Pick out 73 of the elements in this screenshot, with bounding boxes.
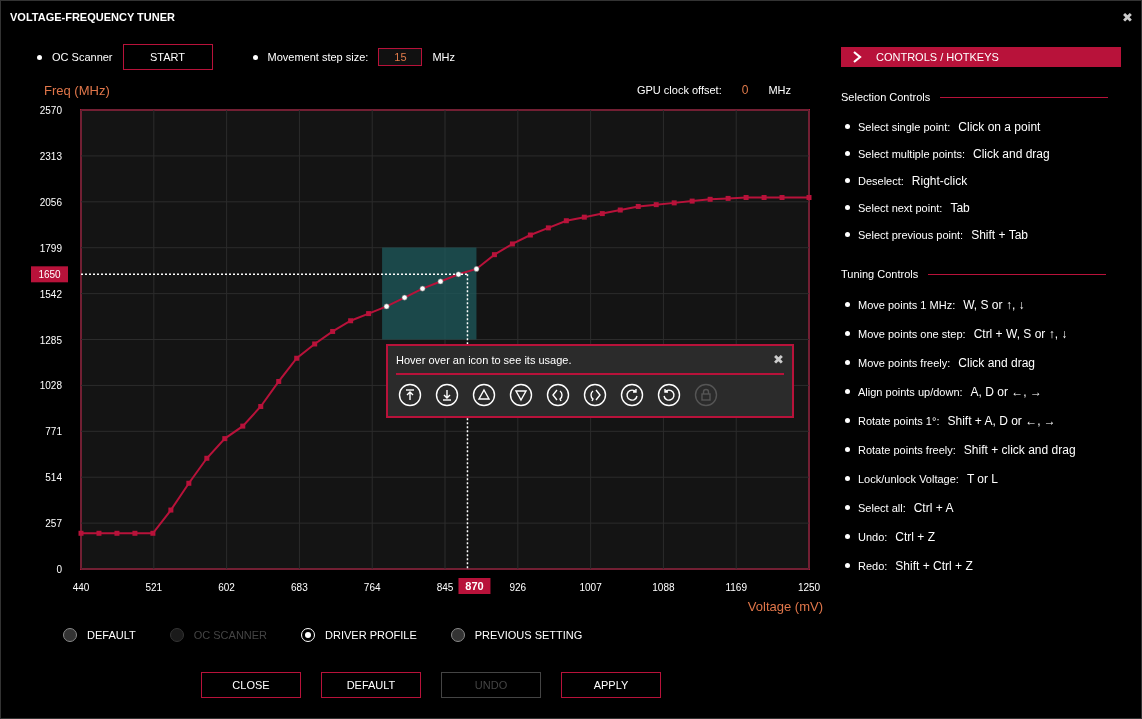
x-tick-label: 1250 bbox=[797, 582, 821, 593]
x-tick-label: 1169 bbox=[725, 582, 747, 593]
hotkey-keys: Right-click bbox=[911, 173, 968, 188]
hotkey-action: Select all: bbox=[858, 501, 906, 514]
y-tick-label: 2056 bbox=[39, 196, 62, 208]
ref-line-label: 1650 bbox=[38, 269, 62, 281]
hotkey-keys: Tab bbox=[950, 200, 970, 215]
hotkey-keys: Ctrl + Z bbox=[895, 529, 936, 544]
x-tick-label: 1007 bbox=[579, 582, 602, 593]
hotkey-keys: A, D or ←, → bbox=[970, 384, 1042, 399]
hotkey-action: Select next point: bbox=[858, 201, 943, 214]
hotkey-action: Rotate points freely: bbox=[858, 443, 956, 456]
x-tick-label: 845 bbox=[436, 582, 454, 593]
y-tick-label: 1542 bbox=[39, 288, 62, 300]
hotkey-keys: Shift + Tab bbox=[971, 227, 1028, 242]
hotkey-keys: Ctrl + W, S or ↑, ↓ bbox=[973, 326, 1068, 341]
hotkey-action: Move points 1 MHz: bbox=[858, 298, 956, 311]
hotkey-keys: Ctrl + A bbox=[913, 500, 954, 515]
y-tick-label: 2313 bbox=[39, 150, 62, 162]
hotkey-action: Undo: bbox=[858, 530, 888, 543]
popup-hint: Hover over an icon to see its usage. bbox=[396, 353, 572, 366]
section-title: Tuning Controls bbox=[841, 268, 919, 280]
x-tick-label: 764 bbox=[363, 582, 381, 593]
step-size-label: Movement step size: bbox=[267, 51, 369, 63]
x-tick-label: 683 bbox=[291, 582, 308, 593]
radio-label: OC SCANNER bbox=[193, 629, 268, 641]
hotkey-action: Deselect: bbox=[858, 174, 904, 187]
hotkey-keys: Click on a point bbox=[958, 119, 1041, 134]
x-tick-label: 440 bbox=[72, 582, 90, 593]
clock-offset-value: 0 bbox=[741, 83, 749, 97]
x-tick-label: 602 bbox=[218, 582, 235, 593]
y-value-marker: 1650 bbox=[31, 266, 68, 283]
hotkey-action: Redo: bbox=[858, 559, 888, 572]
x-tick-label: 521 bbox=[145, 582, 163, 593]
hotkeys-title: CONTROLS / HOTKEYS bbox=[876, 51, 999, 63]
hotkey-action: Move points freely: bbox=[858, 356, 951, 369]
x-value-marker: 870 bbox=[458, 578, 491, 594]
hotkey-keys: Shift + Ctrl + Z bbox=[895, 558, 973, 573]
hotkey-keys: T or L bbox=[966, 471, 999, 486]
x-tick-label: 1088 bbox=[652, 582, 675, 593]
step-unit: MHz bbox=[432, 51, 455, 63]
y-tick-label: 1285 bbox=[39, 334, 62, 346]
hotkey-keys: Click and drag bbox=[958, 355, 1036, 370]
y-tick-label: 2570 bbox=[39, 105, 62, 116]
hotkey-action: Align points up/down: bbox=[858, 385, 963, 398]
y-tick-label: 257 bbox=[45, 518, 62, 530]
hotkey-action: Select single point: bbox=[858, 120, 951, 133]
hotkey-action: Select multiple points: bbox=[858, 147, 965, 160]
hotkey-action: Select previous point: bbox=[858, 228, 964, 241]
clock-offset-label: GPU clock offset: bbox=[636, 84, 722, 96]
y-tick-label: 514 bbox=[45, 472, 62, 484]
ref-line-label: 870 bbox=[465, 580, 484, 592]
y-tick-label: 1028 bbox=[39, 380, 62, 392]
hotkey-action: Move points one step: bbox=[858, 327, 966, 340]
hotkey-keys: W, S or ↑, ↓ bbox=[963, 297, 1025, 312]
radio-label: PREVIOUS SETTING bbox=[474, 629, 583, 641]
y-tick-label: 0 bbox=[56, 564, 62, 575]
radio-label: DRIVER PROFILE bbox=[325, 629, 417, 641]
hotkey-keys: Click and drag bbox=[973, 146, 1050, 161]
hotkey-keys: Shift + click and drag bbox=[963, 442, 1076, 457]
y-tick-label: 771 bbox=[45, 426, 62, 438]
x-tick-label: 926 bbox=[509, 582, 527, 593]
section-title: Selection Controls bbox=[841, 91, 931, 103]
clock-offset-unit: MHz bbox=[768, 84, 791, 96]
y-axis-title: Freq (MHz) bbox=[44, 82, 110, 98]
hotkey-keys: Shift + A, D or ←, → bbox=[947, 413, 1056, 428]
y-tick-label: 1799 bbox=[39, 242, 62, 254]
window-title: VOLTAGE-FREQUENCY TUNER bbox=[10, 11, 175, 23]
hotkey-action: Lock/unlock Voltage: bbox=[858, 472, 959, 485]
hotkey-action: Rotate points 1°: bbox=[858, 414, 940, 427]
oc-scanner-label: OC Scanner bbox=[52, 51, 113, 63]
x-axis-title: Voltage (mV) bbox=[747, 599, 823, 614]
radio-label: DEFAULT bbox=[87, 629, 136, 641]
